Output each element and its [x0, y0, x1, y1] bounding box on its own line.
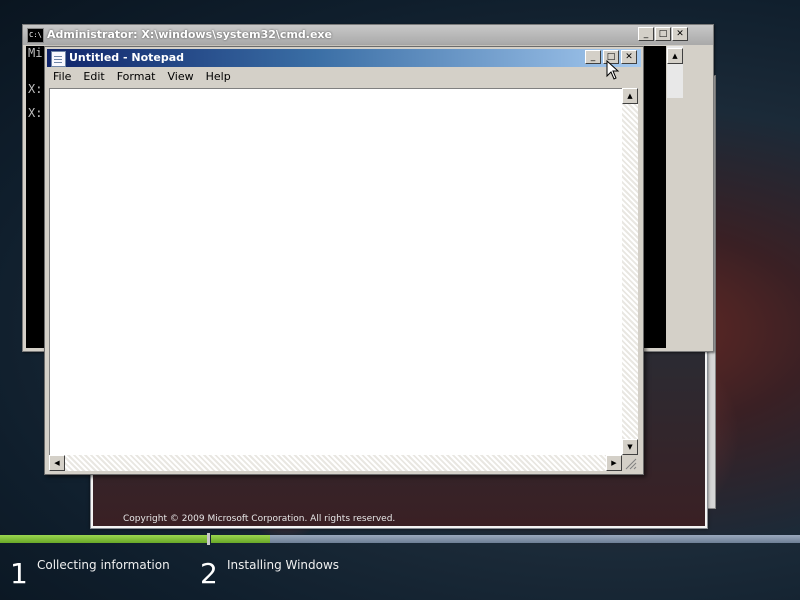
step2-label: Installing Windows	[227, 558, 340, 572]
notepad-icon	[51, 51, 66, 67]
step1-label: Collecting information	[37, 558, 170, 572]
progress-divider	[207, 533, 210, 545]
notepad-horizontal-scrollbar[interactable]: ◀ ▶	[49, 455, 622, 471]
notepad-text-area[interactable]	[49, 88, 624, 457]
notepad-titlebar[interactable]: Untitled - Notepad _ □ ✕	[47, 49, 641, 67]
cmd-minimize-button[interactable]: _	[638, 27, 654, 41]
menu-view[interactable]: View	[162, 68, 200, 86]
menu-help[interactable]: Help	[200, 68, 237, 86]
notepad-minimize-button[interactable]: _	[585, 50, 601, 64]
cmd-icon: C:\	[27, 28, 44, 43]
cmd-titlebar[interactable]: C:\ Administrator: X:\windows\system32\c…	[23, 25, 713, 45]
setup-progress: 1 Collecting information 2 Installing Wi…	[0, 533, 800, 600]
step2-number: 2	[200, 557, 218, 590]
scroll-up-button[interactable]: ▲	[622, 88, 638, 104]
notepad-vertical-scrollbar[interactable]: ▲ ▼	[622, 88, 638, 455]
cmd-scrollbar[interactable]: ▲	[667, 46, 683, 98]
progress-step2-fill	[211, 535, 270, 543]
cmd-line: X:	[28, 82, 43, 96]
cmd-line: Mi	[28, 46, 43, 60]
notepad-menubar: File Edit Format View Help	[47, 68, 641, 86]
menu-format[interactable]: Format	[111, 68, 162, 86]
copyright-text: Copyright © 2009 Microsoft Corporation. …	[123, 514, 396, 524]
notepad-window[interactable]: Untitled - Notepad _ □ ✕ File Edit Forma…	[44, 46, 644, 475]
notepad-close-button[interactable]: ✕	[621, 50, 637, 64]
progress-step2-track	[211, 535, 800, 543]
cmd-maximize-button[interactable]: □	[655, 27, 671, 41]
cmd-line: X:	[28, 106, 43, 120]
scroll-down-button[interactable]: ▼	[622, 439, 638, 455]
cmd-close-button[interactable]: ✕	[672, 27, 688, 41]
cmd-title: Administrator: X:\windows\system32\cmd.e…	[47, 28, 332, 41]
resize-grip-icon[interactable]	[622, 455, 638, 471]
progress-step1-bar	[0, 535, 207, 543]
scroll-left-button[interactable]: ◀	[49, 455, 65, 471]
step1-number: 1	[10, 557, 28, 590]
menu-file[interactable]: File	[47, 68, 77, 86]
notepad-title: Untitled - Notepad	[69, 51, 185, 64]
cmd-window-controls: _ □ ✕	[638, 27, 688, 41]
scroll-right-button[interactable]: ▶	[606, 455, 622, 471]
cmd-scroll-up-button[interactable]: ▲	[667, 48, 683, 64]
menu-edit[interactable]: Edit	[77, 68, 110, 86]
